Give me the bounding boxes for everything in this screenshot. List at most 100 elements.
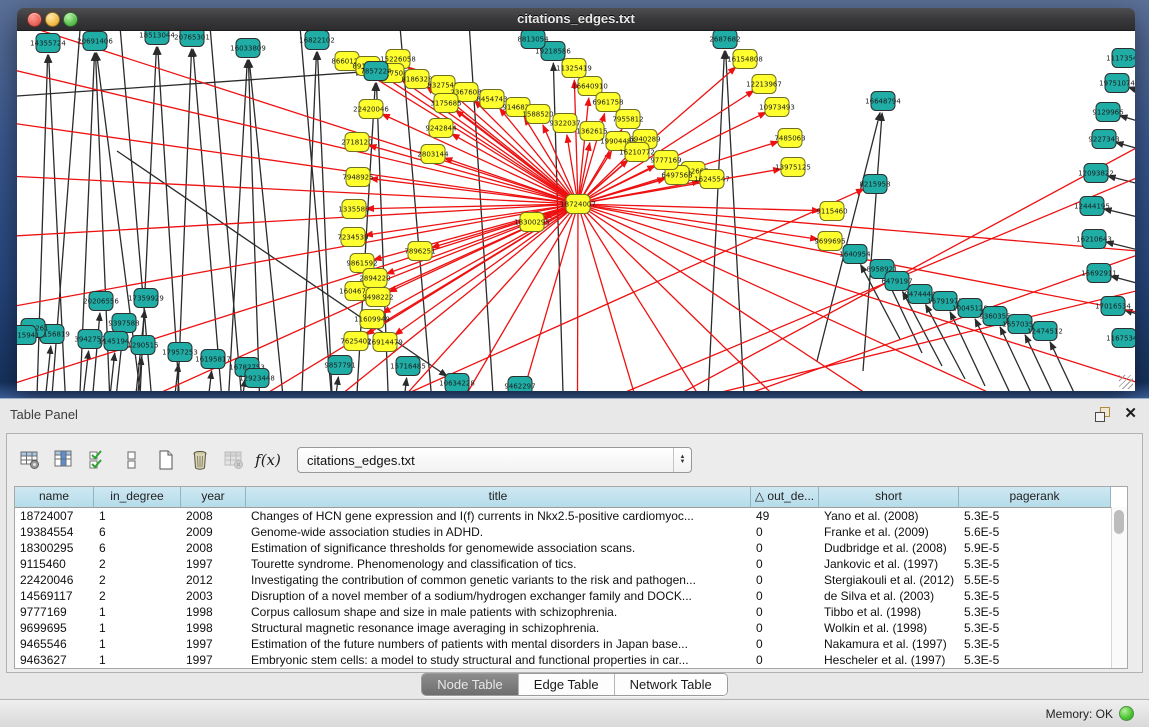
graph-edge[interactable] <box>1050 342 1085 391</box>
graph-node[interactable]: 7485063 <box>774 129 805 148</box>
graph-edge[interactable] <box>537 132 1135 391</box>
graph-edge[interactable] <box>975 319 1010 391</box>
graph-node[interactable]: 9242844 <box>425 119 457 138</box>
network-window-titlebar[interactable]: citations_edges.txt <box>17 8 1135 31</box>
graph-node[interactable]: 16648794 <box>865 92 901 111</box>
window-resize-grip[interactable] <box>1119 375 1133 389</box>
graph-node[interactable]: 7896251 <box>404 242 435 261</box>
column-header-name[interactable]: name <box>15 487 94 507</box>
graph-node[interactable]: 9115460 <box>816 202 847 221</box>
graph-edge[interactable] <box>444 158 578 204</box>
graph-node[interactable]: 2718120 <box>341 133 372 152</box>
graph-node[interactable]: 20206556 <box>83 292 119 311</box>
graph-edge[interactable] <box>578 204 1135 391</box>
table-row[interactable]: 911546021997Tourette syndrome. Phenomeno… <box>15 556 1127 572</box>
graph-node[interactable]: 7857224 <box>360 62 392 81</box>
graph-edge[interactable] <box>397 378 407 391</box>
tab-edge-table[interactable]: Edge Table <box>519 674 615 695</box>
graph-node[interactable]: 6961758 <box>592 93 623 112</box>
graph-node[interactable]: 7955812 <box>612 110 643 129</box>
graph-edge[interactable] <box>1000 327 1035 391</box>
graph-edge[interactable] <box>208 31 247 391</box>
graph-node[interactable]: 9699695 <box>814 232 845 251</box>
graph-edge[interactable] <box>299 52 316 391</box>
graph-edge[interactable] <box>1025 335 1060 391</box>
graph-node[interactable]: 16154808 <box>727 50 763 69</box>
graph-node[interactable]: 7948925 <box>342 168 373 187</box>
network-graph[interactable]: 8660123891295515226058912750881863289327… <box>17 31 1135 391</box>
table-row[interactable]: 1938455462009Genome-wide association stu… <box>15 524 1127 540</box>
table-row[interactable]: 969969511998Structural magnetic resonanc… <box>15 620 1127 636</box>
graph-node[interactable]: 15692911 <box>1081 264 1117 283</box>
graph-edge[interactable] <box>39 346 51 391</box>
graph-edge[interactable] <box>578 204 687 391</box>
graph-node[interactable]: 15716485 <box>390 357 426 376</box>
graph-edge[interactable] <box>1119 116 1135 130</box>
graph-node[interactable]: 2687682 <box>709 31 740 49</box>
float-panel-icon[interactable] <box>1095 407 1109 421</box>
graph-node[interactable]: 9777169 <box>650 151 681 170</box>
graph-node[interactable]: 2894220 <box>359 269 390 288</box>
graph-edge[interactable] <box>248 60 262 391</box>
column-header-title[interactable]: title <box>246 487 751 507</box>
graph-edge[interactable] <box>950 312 985 386</box>
table-row[interactable]: 1830029562008Estimation of significance … <box>15 540 1127 556</box>
create-column-button[interactable] <box>151 445 181 475</box>
graph-edge[interactable] <box>395 204 578 335</box>
table-row[interactable]: 1872400712008Changes of HCN gene express… <box>15 508 1127 524</box>
graph-edge[interactable] <box>578 204 1135 341</box>
graph-node[interactable]: 9857791 <box>324 356 355 375</box>
table-row[interactable]: 977716911998Corpus callosum shape and si… <box>15 604 1127 620</box>
graph-edge[interactable] <box>1104 209 1135 224</box>
tab-node-table[interactable]: Node Table <box>422 674 519 695</box>
graph-node[interactable]: 8813054 <box>517 31 549 49</box>
tab-network-table[interactable]: Network Table <box>615 674 727 695</box>
close-panel-icon[interactable]: ✕ <box>1124 404 1137 422</box>
graph-node[interactable]: 2803144 <box>417 145 449 164</box>
graph-edge[interactable] <box>193 49 227 391</box>
deselect-rows-button[interactable] <box>117 445 147 475</box>
column-header-pagerank[interactable]: pagerank <box>959 487 1111 507</box>
table-vertical-scrollbar[interactable] <box>1111 507 1127 668</box>
graph-node[interactable]: 17957253 <box>162 343 198 362</box>
graph-edge[interactable] <box>17 204 578 331</box>
graph-node[interactable]: 9129966 <box>1092 103 1124 122</box>
table-settings-button[interactable] <box>15 445 45 475</box>
graph-node[interactable]: 17359929 <box>128 289 164 308</box>
graph-edge[interactable] <box>249 60 289 391</box>
column-header-out_de[interactable]: △ out_de... <box>751 487 819 507</box>
graph-node[interactable]: 16033809 <box>230 39 266 58</box>
graph-node[interactable]: 13975125 <box>775 158 811 177</box>
graph-node[interactable]: 9462297 <box>504 377 535 392</box>
graph-node[interactable]: 12213967 <box>746 75 782 94</box>
graph-node[interactable]: 9397588 <box>108 314 139 333</box>
column-visibility-button[interactable] <box>49 445 79 475</box>
graph-node[interactable]: 1290515 <box>127 336 158 355</box>
table-row[interactable]: 946362711997Embryonic stem cells: a mode… <box>15 652 1127 668</box>
network-canvas[interactable]: 8660123891295515226058912750881863289327… <box>17 31 1135 391</box>
graph-node[interactable]: 11173544 <box>1106 49 1135 68</box>
graph-node[interactable]: 20691406 <box>77 32 113 51</box>
table-row[interactable]: 946554611997Estimation of the future num… <box>15 636 1127 652</box>
select-rows-button[interactable] <box>83 445 113 475</box>
graph-node[interactable]: 12093822 <box>1078 164 1114 183</box>
graph-edge[interactable] <box>863 113 882 371</box>
graph-node[interactable]: 19751074 <box>1099 74 1135 93</box>
graph-node[interactable]: 18513044 <box>139 31 175 45</box>
column-header-year[interactable]: year <box>181 487 246 507</box>
graph-node[interactable]: 9498222 <box>362 288 393 307</box>
graph-node[interactable]: 11675344 <box>1106 329 1135 348</box>
graph-edge[interactable] <box>1111 276 1135 291</box>
graph-node[interactable]: 12444195 <box>1074 197 1110 216</box>
column-header-short[interactable]: short <box>819 487 959 507</box>
graph-edge[interactable] <box>327 377 338 391</box>
graph-node[interactable]: 3175685 <box>430 94 461 113</box>
table-select-dropdown[interactable]: citations_edges.txt ▲▼ <box>297 447 692 473</box>
graph-edge[interactable] <box>553 63 565 391</box>
delete-table-button[interactable] <box>219 445 249 475</box>
graph-edge[interactable] <box>578 204 797 391</box>
graph-node[interactable]: 1640954 <box>839 245 871 264</box>
graph-edge[interactable] <box>577 204 578 391</box>
graph-edge[interactable] <box>368 204 578 287</box>
graph-node[interactable]: 11325419 <box>556 59 592 78</box>
